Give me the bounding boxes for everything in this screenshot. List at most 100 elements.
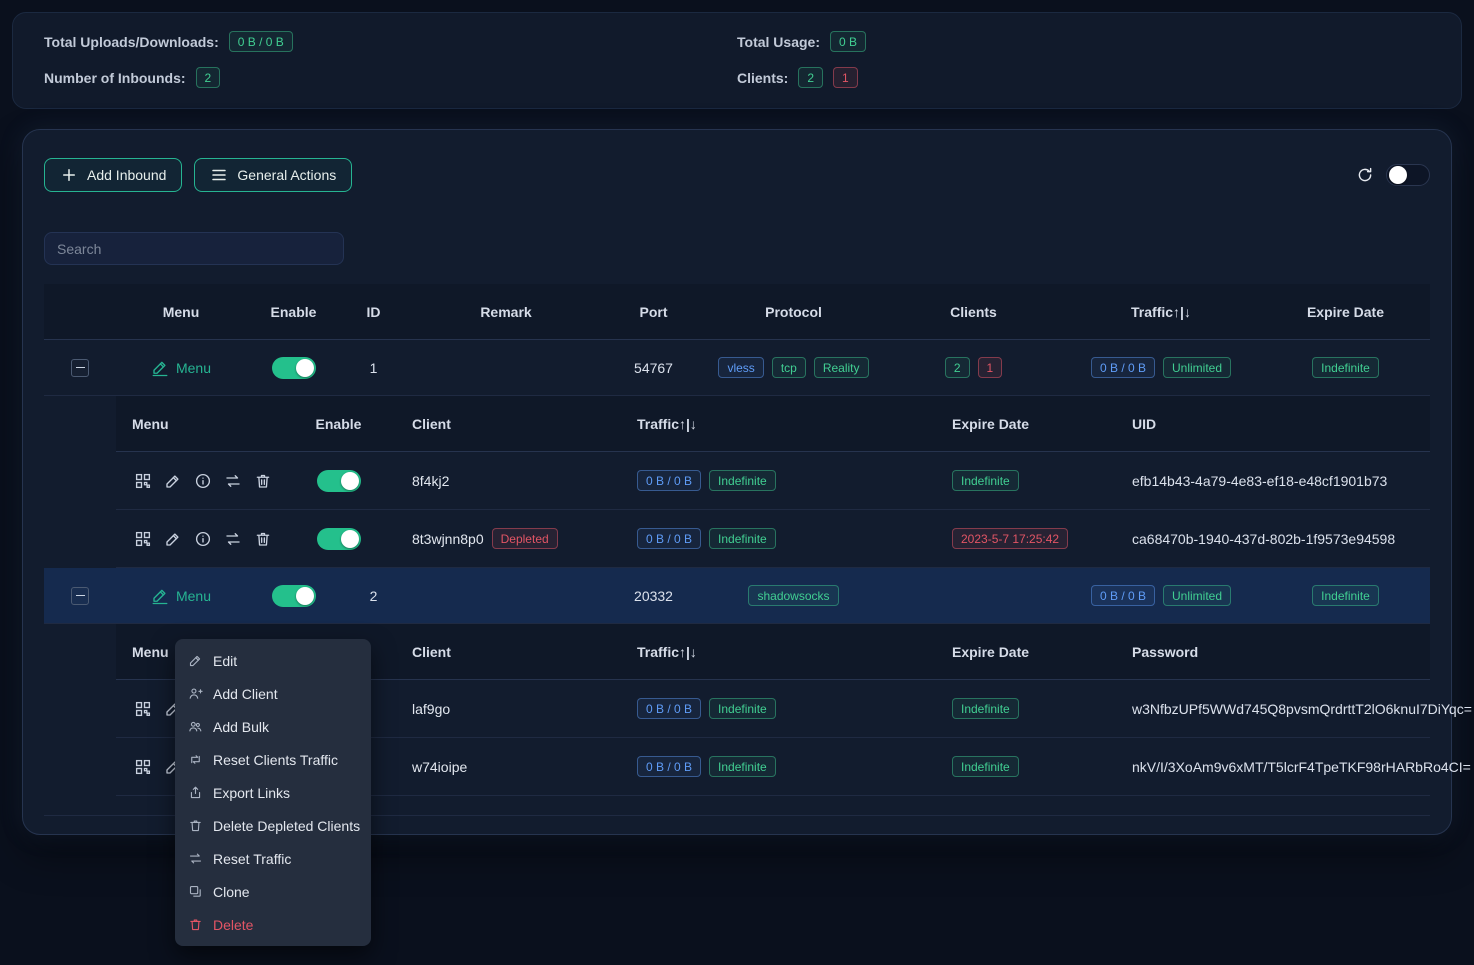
- info-icon[interactable]: [192, 470, 214, 492]
- clients-label: Clients:: [737, 70, 788, 86]
- traffic-badge: 0 B / 0 B: [637, 756, 701, 777]
- inbound-2-menu-button[interactable]: Menu: [151, 587, 211, 605]
- traffic-badge: 0 B / 0 B: [1091, 585, 1155, 606]
- inbound-1-id: 1: [341, 360, 406, 376]
- expire-badge: Indefinite: [1312, 357, 1379, 378]
- add-inbound-button[interactable]: Add Inbound: [44, 158, 182, 192]
- menu-item-clone[interactable]: Clone: [175, 875, 371, 908]
- traffic-badge: 0 B / 0 B: [637, 528, 701, 549]
- qr-code-icon[interactable]: [132, 470, 154, 492]
- client-row: 8t3wjnn8p0 Depleted 0 B / 0 B Indefinite…: [116, 510, 1430, 568]
- client-header-traffic[interactable]: Traffic↑|↓: [621, 644, 936, 660]
- client-uid: efb14b43-4a79-4e83-ef18-e48cf1901b73: [1116, 473, 1430, 489]
- inbound-1-enable-toggle[interactable]: [272, 357, 316, 379]
- reset-traffic-icon[interactable]: [222, 470, 244, 492]
- inbound-2-enable-toggle[interactable]: [272, 585, 316, 607]
- delete-client-icon[interactable]: [252, 470, 274, 492]
- delete-client-icon[interactable]: [252, 528, 274, 550]
- edit-icon: [188, 653, 203, 668]
- menu-item-label: Edit: [213, 653, 237, 669]
- menu-item-edit[interactable]: Edit: [175, 644, 371, 677]
- menu-item-reset-clients-traffic[interactable]: Reset Clients Traffic: [175, 743, 371, 776]
- qr-code-icon[interactable]: [132, 698, 154, 720]
- reset-traffic-icon[interactable]: [222, 528, 244, 550]
- menu-item-export-links[interactable]: Export Links: [175, 776, 371, 809]
- collapse-row-button[interactable]: [71, 359, 89, 377]
- protocol-badge: Reality: [814, 357, 869, 378]
- inbound-2-traffic: 0 B / 0 B Unlimited: [1061, 585, 1261, 606]
- menu-item-delete[interactable]: Delete: [175, 908, 371, 941]
- stat-total-usage: Total Usage: 0 B: [737, 31, 1430, 52]
- client-expire: Indefinite: [936, 470, 1116, 491]
- header-traffic-sort[interactable]: Traffic↑|↓: [1061, 304, 1261, 320]
- info-icon[interactable]: [192, 528, 214, 550]
- qr-code-icon[interactable]: [132, 528, 154, 550]
- total-uploads-downloads-value: 0 B / 0 B: [229, 31, 293, 52]
- traffic-limit-badge: Indefinite: [709, 470, 776, 491]
- menu-item-label: Delete: [213, 917, 253, 933]
- retweet-icon: [188, 752, 203, 767]
- menu-item-add-bulk[interactable]: Add Bulk: [175, 710, 371, 743]
- clients-active-badge: 2: [945, 357, 970, 378]
- client-actions: [116, 470, 281, 492]
- stat-clients: Clients: 2 1: [737, 67, 1430, 88]
- protocol-badge: tcp: [772, 357, 806, 378]
- client-password: nkV/I/3XoAm9v6xMT/T5lcrF4TpeTKF98rHARbRo…: [1116, 759, 1471, 775]
- inbound-row-1: Menu 1 54767 vless tcp Reality 2 1 0 B /…: [44, 340, 1430, 396]
- inbound-2-menu-label: Menu: [176, 588, 211, 604]
- client-header-enable: Enable: [281, 416, 396, 432]
- expire-badge: Indefinite: [952, 698, 1019, 719]
- client-traffic: 0 B / 0 B Indefinite: [621, 698, 936, 719]
- inbound-2-protocols: shadowsocks: [701, 585, 886, 606]
- inbound-1-menu-label: Menu: [176, 360, 211, 376]
- client-enable-toggle[interactable]: [317, 470, 361, 492]
- clients-table-header: Menu Enable Client Traffic↑|↓ Expire Dat…: [116, 396, 1430, 452]
- expire-badge: Indefinite: [952, 470, 1019, 491]
- menu-item-add-client[interactable]: Add Client: [175, 677, 371, 710]
- menu-item-delete-depleted-clients[interactable]: Delete Depleted Clients: [175, 809, 371, 842]
- traffic-limit-badge: Indefinite: [709, 756, 776, 777]
- protocol-badge: shadowsocks: [748, 585, 838, 606]
- client-expire: Indefinite: [936, 698, 1116, 719]
- menu-item-label: Export Links: [213, 785, 290, 801]
- header-protocol: Protocol: [701, 304, 886, 320]
- header-remark: Remark: [406, 304, 606, 320]
- client-header-traffic[interactable]: Traffic↑|↓: [621, 416, 936, 432]
- list-icon: [210, 166, 228, 184]
- qr-code-icon[interactable]: [132, 756, 154, 778]
- client-header-expire: Expire Date: [936, 416, 1116, 432]
- client-header-client: Client: [396, 416, 621, 432]
- inbound-row-2: Menu 2 20332 shadowsocks 0 B / 0 B Unlim…: [44, 568, 1430, 624]
- sync-icon: [188, 851, 203, 866]
- header-expire-date: Expire Date: [1261, 304, 1430, 320]
- trash-icon: [188, 818, 203, 833]
- general-actions-button[interactable]: General Actions: [194, 158, 352, 192]
- stat-total-uploads-downloads: Total Uploads/Downloads: 0 B / 0 B: [44, 31, 737, 52]
- inbound-1-menu-button[interactable]: Menu: [151, 359, 211, 377]
- client-name: w74ioipe: [396, 759, 621, 775]
- inbound-1-clients-table: Menu Enable Client Traffic↑|↓ Expire Dat…: [116, 396, 1430, 568]
- client-header-menu: Menu: [116, 416, 281, 432]
- menu-item-reset-traffic[interactable]: Reset Traffic: [175, 842, 371, 875]
- refresh-icon[interactable]: [1356, 166, 1374, 184]
- menu-item-label: Add Bulk: [213, 719, 269, 735]
- header-port: Port: [606, 304, 701, 320]
- client-enable-toggle[interactable]: [317, 528, 361, 550]
- search-input[interactable]: [44, 232, 344, 265]
- edit-icon: [151, 359, 169, 377]
- client-row: 8f4kj2 0 B / 0 B Indefinite Indefinite e…: [116, 452, 1430, 510]
- auto-refresh-toggle[interactable]: [1386, 164, 1430, 186]
- inbound-2-id: 2: [341, 588, 406, 604]
- total-uploads-downloads-label: Total Uploads/Downloads:: [44, 34, 219, 50]
- inbound-1-expire: Indefinite: [1261, 357, 1430, 378]
- add-inbound-label: Add Inbound: [87, 167, 166, 183]
- client-name: 8t3wjnn8p0: [412, 531, 484, 547]
- client-name: laf9go: [396, 701, 621, 717]
- total-usage-label: Total Usage:: [737, 34, 820, 50]
- edit-client-icon[interactable]: [162, 528, 184, 550]
- collapse-row-button[interactable]: [71, 587, 89, 605]
- total-usage-value: 0 B: [830, 31, 866, 52]
- edit-client-icon[interactable]: [162, 470, 184, 492]
- expire-badge: 2023-5-7 17:25:42: [952, 528, 1068, 549]
- inbound-1-clients: 2 1: [886, 357, 1061, 378]
